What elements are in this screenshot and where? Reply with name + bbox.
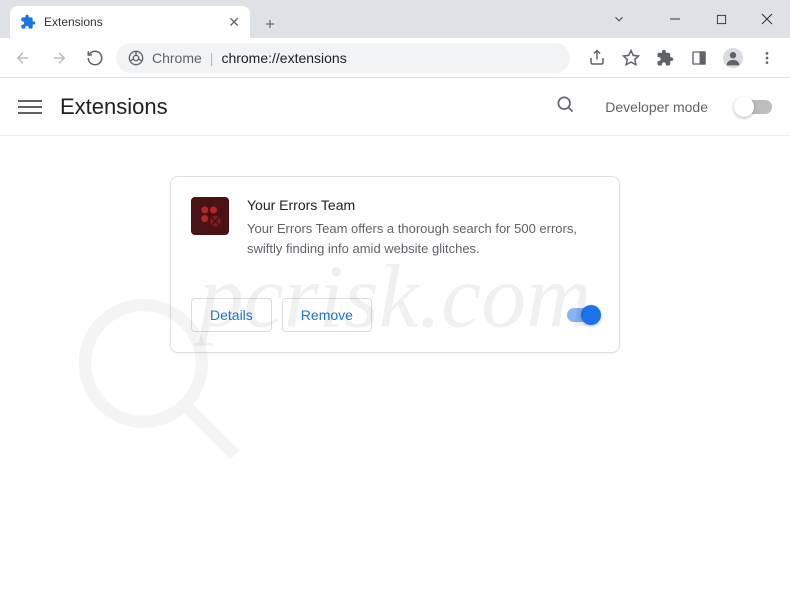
url-text: chrome://extensions bbox=[221, 50, 346, 66]
search-icon[interactable] bbox=[555, 94, 575, 119]
tab-title: Extensions bbox=[44, 15, 220, 29]
extension-enable-toggle[interactable] bbox=[567, 308, 599, 322]
extension-puzzle-icon bbox=[20, 14, 36, 30]
remove-button[interactable]: Remove bbox=[282, 298, 372, 332]
reload-button[interactable] bbox=[80, 43, 110, 73]
menu-dots-icon[interactable] bbox=[752, 43, 782, 73]
minimize-button[interactable] bbox=[652, 0, 698, 38]
address-bar: Chrome | chrome://extensions bbox=[0, 38, 790, 78]
new-tab-button[interactable] bbox=[256, 10, 284, 38]
share-icon[interactable] bbox=[582, 43, 612, 73]
close-tab-icon[interactable]: ✕ bbox=[228, 14, 240, 31]
details-button[interactable]: Details bbox=[191, 298, 272, 332]
sidepanel-icon[interactable] bbox=[684, 43, 714, 73]
browser-tab[interactable]: Extensions ✕ bbox=[10, 6, 250, 38]
forward-button[interactable] bbox=[44, 43, 74, 73]
extensions-content: Your Errors Team Your Errors Team offers… bbox=[0, 136, 790, 353]
menu-hamburger-icon[interactable] bbox=[18, 95, 42, 119]
page-title: Extensions bbox=[60, 94, 168, 120]
developer-mode-toggle[interactable] bbox=[736, 100, 772, 114]
back-button[interactable] bbox=[8, 43, 38, 73]
developer-mode-label: Developer mode bbox=[605, 99, 708, 115]
extension-name: Your Errors Team bbox=[247, 197, 599, 213]
extensions-puzzle-icon[interactable] bbox=[650, 43, 680, 73]
extension-icon bbox=[191, 197, 229, 235]
tab-search-icon[interactable] bbox=[596, 0, 642, 38]
extension-description: Your Errors Team offers a thorough searc… bbox=[247, 219, 599, 258]
close-window-button[interactable] bbox=[744, 0, 790, 38]
url-prefix: Chrome bbox=[152, 50, 202, 66]
chrome-logo-icon bbox=[128, 50, 144, 66]
extension-card: Your Errors Team Your Errors Team offers… bbox=[170, 176, 620, 353]
omnibox[interactable]: Chrome | chrome://extensions bbox=[116, 43, 570, 73]
extensions-page-header: Extensions Developer mode bbox=[0, 78, 790, 136]
maximize-button[interactable] bbox=[698, 0, 744, 38]
profile-avatar-icon[interactable] bbox=[718, 43, 748, 73]
window-controls bbox=[596, 0, 790, 38]
bookmark-star-icon[interactable] bbox=[616, 43, 646, 73]
url-divider: | bbox=[210, 50, 214, 66]
